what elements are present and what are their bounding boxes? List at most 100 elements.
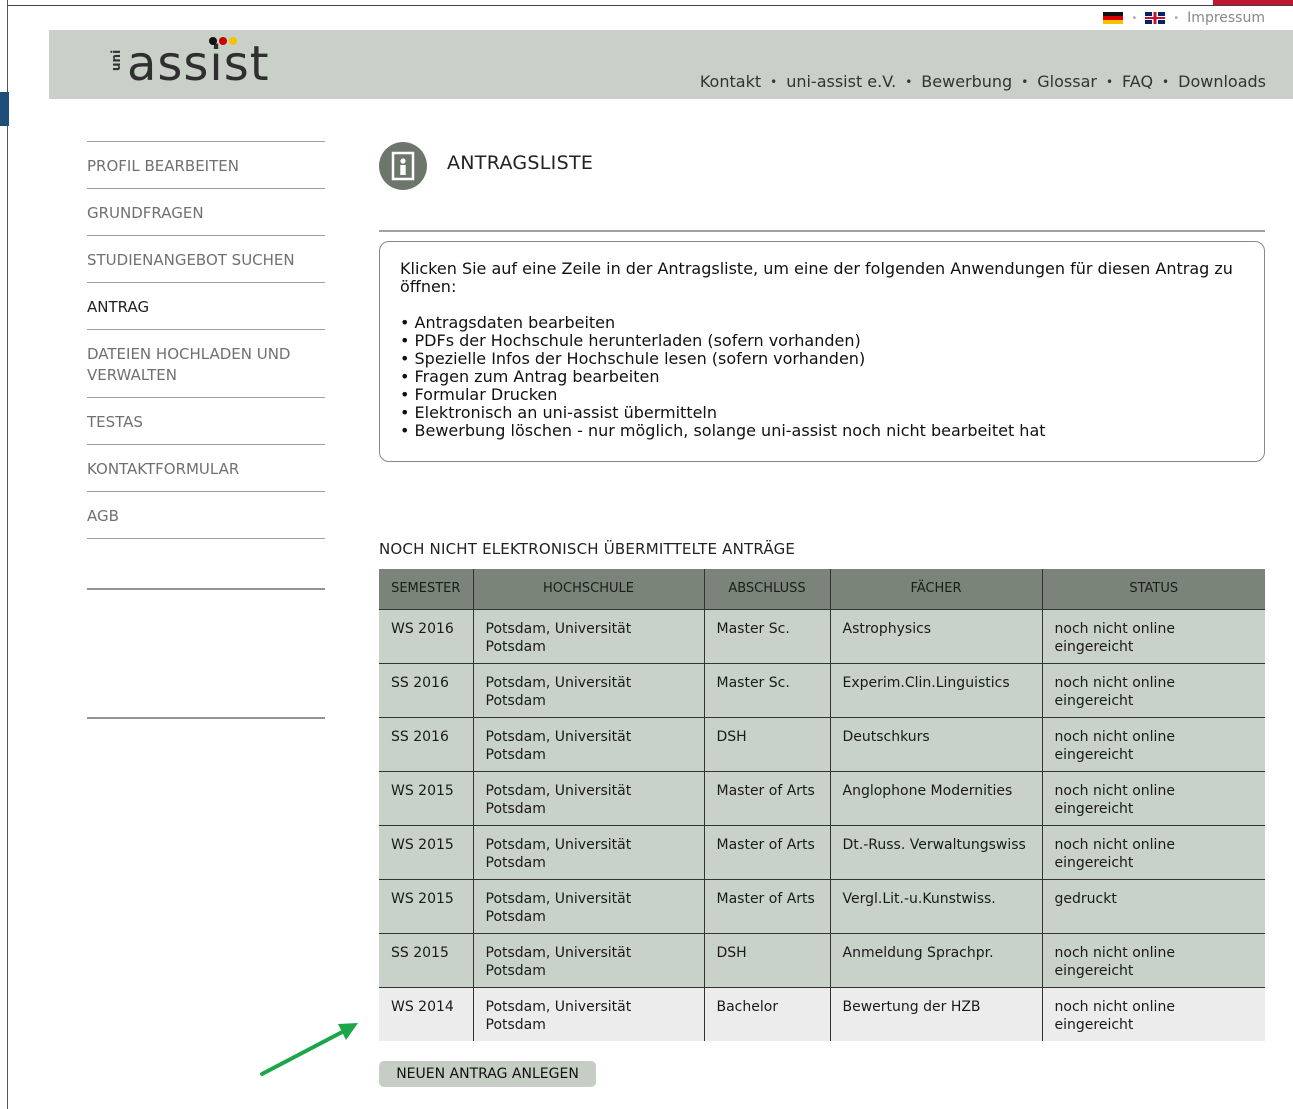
table-row[interactable]: WS 2015 Potsdam, Universität Potsdam Maste… (379, 824, 1265, 879)
applications-table: SEMESTER HOCHSCHULE ABSCHLUSS FÄCHER STATUS … (379, 569, 1265, 1041)
table-cell: noch nicht online eingereicht (1042, 824, 1265, 879)
instructions-list: • Antragsdaten bearbeiten • PDFs der Hoch… (400, 314, 1244, 440)
table-cell: DSH (704, 932, 831, 987)
uk-flag-icon[interactable] (1145, 12, 1166, 24)
table-cell: Master of Arts (704, 770, 831, 825)
nav-glossar[interactable]: Glossar (1037, 72, 1097, 91)
table-cell: WS 2015 (379, 770, 474, 825)
sidebar-item-studienangebot-suchen[interactable]: STUDIENANGEBOT SUCHEN (87, 236, 325, 283)
table-row[interactable]: WS 2015 Potsdam, Universität Potsdam Maste… (379, 878, 1265, 933)
table-cell: Potsdam, Universität Potsdam (473, 932, 705, 987)
table-cell: noch nicht online eingereicht (1042, 608, 1265, 663)
logo-uni-text: uni (109, 49, 123, 71)
instructions-item: • Antragsdaten bearbeiten (400, 313, 616, 332)
sidebar-item-kontaktformular[interactable]: KONTAKTFORMULAR (87, 445, 325, 492)
instructions-item: • Fragen zum Antrag bearbeiten (400, 367, 660, 386)
table-cell: gedruckt (1042, 878, 1265, 933)
language-bar: • • Impressum (1103, 9, 1265, 27)
table-cell: Master Sc. (704, 662, 831, 717)
table-cell: noch nicht online eingereicht (1042, 662, 1265, 717)
column-header-2[interactable]: ABSCHLUSS (704, 569, 831, 609)
table-cell: SS 2015 (379, 932, 474, 987)
nav-bewerbung[interactable]: Bewerbung (921, 72, 1012, 91)
sidebar-item-antrag[interactable]: ANTRAG (87, 283, 325, 330)
table-cell: WS 2016 (379, 608, 474, 663)
page-title: ANTRAGSLISTE (447, 152, 594, 174)
nav-uni-assist-e-v-[interactable]: uni-assist e.V. (786, 72, 896, 91)
table-cell: Potsdam, Universität Potsdam (473, 986, 705, 1041)
main-nav: Kontakt • uni-assist e.V. • Bewerbung • Glossa… (699, 72, 1266, 91)
table-cell: WS 2015 (379, 824, 474, 879)
table-row[interactable]: WS 2014 Potsdam, Universität Potsdam Bache… (379, 986, 1265, 1041)
table-cell: Potsdam, Universität Potsdam (473, 662, 705, 717)
table-cell: Anglophone Modernities (830, 770, 1043, 825)
sidebar-menu: PROFIL BEARBEITEN GRUNDFRAGEN STUDIENANGEB… (87, 141, 325, 539)
nav-downloads[interactable]: Downloads (1178, 72, 1266, 91)
logo-main-text: assist (127, 36, 270, 92)
table-cell: Potsdam, Universität Potsdam (473, 608, 705, 663)
german-flag-icon[interactable] (1103, 12, 1124, 24)
table-cell: Dt.-Russ. Verwaltungswiss (830, 824, 1043, 879)
annotation-arrow-icon (260, 1023, 358, 1076)
table-cell: DSH (704, 716, 831, 771)
sidebar-divider (87, 717, 325, 719)
table-cell: noch nicht online eingereicht (1042, 770, 1265, 825)
table-cell: Experim.Clin.Linguistics (830, 662, 1043, 717)
table-row[interactable]: SS 2016 Potsdam, Universität Potsdam DSH De… (379, 716, 1265, 771)
table-cell: Deutschkurs (830, 716, 1043, 771)
table-cell: noch nicht online eingereicht (1042, 932, 1265, 987)
side-tab (0, 92, 9, 126)
instructions-item: • Elektronisch an uni-assist übermitteln (400, 403, 718, 422)
table-cell: Astrophysics (830, 608, 1043, 663)
column-header-0[interactable]: SEMESTER (379, 569, 474, 609)
site-header: uni assist Kontakt • uni-assist e.V. • Bewer… (49, 30, 1293, 99)
impressum-link[interactable]: Impressum (1187, 10, 1265, 26)
table-row[interactable]: SS 2015 Potsdam, Universität Potsdam DSH An… (379, 932, 1265, 987)
table-cell: noch nicht online eingereicht (1042, 986, 1265, 1041)
table-row[interactable]: WS 2016 Potsdam, Universität Potsdam Maste… (379, 608, 1265, 663)
sidebar-divider (87, 588, 325, 590)
sidebar-item-profil-bearbeiten[interactable]: PROFIL BEARBEITEN (87, 142, 325, 189)
table-title: NOCH NICHT ELEKTRONISCH ÜBERMITTELTE ANT… (379, 540, 796, 558)
new-application-button[interactable]: NEUEN ANTRAG ANLEGEN (379, 1061, 596, 1087)
instructions-intro: Klicken Sie auf eine Zeile in der Antrag… (400, 259, 1233, 296)
table-cell: Anmeldung Sprachpr. (830, 932, 1043, 987)
sidebar-item-agb[interactable]: AGB (87, 492, 325, 539)
table-cell: Potsdam, Universität Potsdam (473, 878, 705, 933)
sidebar-item-testas[interactable]: TESTAS (87, 398, 325, 445)
table-cell: Master of Arts (704, 878, 831, 933)
table-cell: Master of Arts (704, 824, 831, 879)
table-cell: SS 2016 (379, 716, 474, 771)
table-cell: Potsdam, Universität Potsdam (473, 770, 705, 825)
table-cell: Potsdam, Universität Potsdam (473, 824, 705, 879)
window-frame-left (7, 0, 8, 1109)
table-cell: SS 2016 (379, 662, 474, 717)
table-row[interactable]: WS 2015 Potsdam, Universität Potsdam Maste… (379, 770, 1265, 825)
column-header-4[interactable]: STATUS (1042, 569, 1265, 609)
table-cell: Vergl.Lit.-u.Kunstwiss. (830, 878, 1043, 933)
instructions-item: • PDFs der Hochschule herunterladen (sof… (400, 331, 861, 350)
title-divider (379, 230, 1265, 232)
nav-faq[interactable]: FAQ (1122, 72, 1153, 91)
table-cell: WS 2014 (379, 986, 474, 1041)
table-cell: noch nicht online eingereicht (1042, 716, 1265, 771)
table-cell: Bachelor (704, 986, 831, 1041)
table-row[interactable]: SS 2016 Potsdam, Universität Potsdam Maste… (379, 662, 1265, 717)
window-frame-top (7, 5, 1293, 6)
red-edge-accent (1213, 0, 1293, 5)
table-cell: Bewertung der HZB (830, 986, 1043, 1041)
table-cell: WS 2015 (379, 878, 474, 933)
door-person-icon (379, 142, 427, 190)
logo-dots (209, 37, 237, 45)
instructions-box: Klicken Sie auf eine Zeile in der Antrag… (379, 241, 1265, 462)
sidebar-item-dateien-hochladen-und-verwalten[interactable]: DATEIEN HOCHLADEN UND VERWALTEN (87, 330, 325, 398)
table-cell: Master Sc. (704, 608, 831, 663)
column-header-3[interactable]: FÄCHER (830, 569, 1043, 609)
uni-assist-logo[interactable]: uni assist (109, 36, 270, 92)
column-header-1[interactable]: HOCHSCHULE (473, 569, 705, 609)
sidebar-item-grundfragen[interactable]: GRUNDFRAGEN (87, 189, 325, 236)
table-header-row: SEMESTER HOCHSCHULE ABSCHLUSS FÄCHER STATUS (379, 569, 1265, 609)
instructions-item: • Bewerbung löschen - nur möglich, solan… (400, 421, 1046, 440)
nav-kontakt[interactable]: Kontakt (700, 72, 761, 91)
instructions-item: • Formular Drucken (400, 385, 558, 404)
